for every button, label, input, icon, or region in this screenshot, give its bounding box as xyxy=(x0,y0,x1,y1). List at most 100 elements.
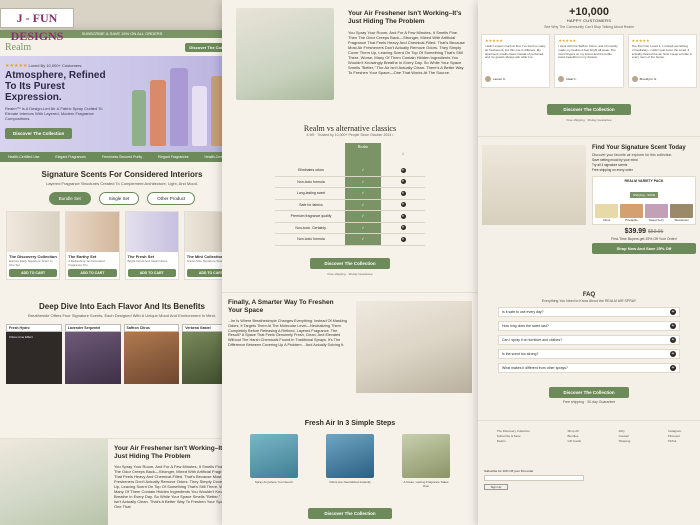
comparison-subtitle: 4.9/5 · Trusted by 10,000+ People Since … xyxy=(306,133,394,137)
scent-swatch[interactable] xyxy=(620,204,643,218)
landing-page-bottom: +10,000 HAPPY CUSTOMERS See Why The Comm… xyxy=(478,0,700,525)
star-rating-icon: ★★★★★ xyxy=(558,38,577,43)
offer-point: Try all 4 signature scents xyxy=(592,163,628,167)
comparison-row: Non-toxic formula ✓ ✕ xyxy=(275,234,425,246)
star-rating-icon: ★★★★★ xyxy=(5,63,28,69)
faq-item[interactable]: How long does the scent last? + xyxy=(498,321,680,331)
review-body: The first time I used it, I noticed some… xyxy=(631,45,693,60)
offer-title: Find Your Signature Scent Today xyxy=(592,145,686,151)
row-label: Long-lasting scent xyxy=(296,191,326,196)
plus-icon[interactable]: + xyxy=(670,365,676,371)
cross-icon: ✕ xyxy=(400,225,406,231)
faq-item[interactable]: Is it safe to use every day? + xyxy=(498,307,680,317)
product-desc: Bright Citrus And Clean Notes xyxy=(127,259,168,263)
hero-cta-button[interactable]: Discover The Collection xyxy=(5,128,73,139)
plus-icon[interactable]: + xyxy=(670,323,676,329)
swatch-label: Pineapple xyxy=(625,218,638,222)
problem-body: You Spray Your Room, And For A Few Minut… xyxy=(348,30,465,75)
solution-title: Finally, A Smarter Way To Freshen Your S… xyxy=(228,299,334,314)
faq-item[interactable]: Is the scent too strong? + xyxy=(498,349,680,359)
rating-text: Loved By 10,000+ Customers xyxy=(28,63,82,68)
product-name: The Fresh Set xyxy=(127,254,154,259)
scent-swatch[interactable] xyxy=(670,204,693,218)
flavor-card[interactable]: Lavender Serpentel xyxy=(64,324,121,384)
flavor-name: Lavender Serpentel xyxy=(64,324,121,332)
footer-column: The Discovery Collection Subscribe & Sav… xyxy=(497,429,530,444)
add-to-cart-button[interactable]: ADD TO CART xyxy=(127,269,176,277)
plus-icon[interactable]: + xyxy=(670,309,676,315)
plus-icon[interactable]: + xyxy=(670,351,676,357)
plus-icon[interactable]: + xyxy=(670,337,676,343)
footer-column: Shop All Bundles Gift Cards xyxy=(568,429,582,444)
old-price: $59.96 xyxy=(648,229,664,235)
scent-swatch[interactable] xyxy=(645,204,668,218)
swatch-label: Citrus xyxy=(602,218,611,222)
discover-collection-button[interactable]: Discover The Collection xyxy=(549,387,629,398)
logo: J - FUN DESIGNS xyxy=(0,8,74,43)
problem-title: Your Air Freshener Isn't Working–It's Ju… xyxy=(114,445,228,460)
scents-subtitle: Layered Fragrance Structures Created To … xyxy=(45,181,198,186)
row-label: Eliminates odors xyxy=(298,168,324,173)
review-body: I went with the Saffron Citrus, and it h… xyxy=(558,45,618,60)
faq-question: What makes it different from other spray… xyxy=(502,366,568,370)
flavor-image xyxy=(64,332,121,384)
product-lineup-image xyxy=(482,145,586,225)
discover-collection-button[interactable]: Discover The Collection xyxy=(547,104,631,115)
comparison-row: Premium fragrance quality ✓ ✕ xyxy=(275,211,425,223)
faq-section: FAQ Everything You Need to Know About th… xyxy=(478,292,700,404)
hero-section: ★★★★★ Loved By 10,000+ Customers Atmosph… xyxy=(0,56,244,152)
shipping-note: Free shipping · 30-day Guarantee xyxy=(562,400,616,404)
price: $39.99 $59.96 xyxy=(592,228,696,235)
benefit-item: Health-Certified Use xyxy=(7,155,40,159)
comparison-row: Safe for fabrics ✓ ✕ xyxy=(275,199,425,211)
solution-section: Finally, A Smarter Way To Freshen Your S… xyxy=(222,292,478,404)
living-room-image xyxy=(356,301,472,393)
footer-link[interactable]: Shipping xyxy=(619,439,631,444)
check-icon: ✓ xyxy=(345,176,381,187)
tab-bundle-set[interactable]: Bundle Set xyxy=(48,192,91,205)
step-image xyxy=(402,434,450,478)
kit-title: REALM VARIETY PACK xyxy=(624,179,664,183)
faq-item[interactable]: Can I spray it on furniture and clothes?… xyxy=(498,335,680,345)
landing-page-middle: Your Air Freshener Isn't Working–It's Ju… xyxy=(222,0,478,525)
step-card: Spray Anywhere You Need It xyxy=(250,434,298,488)
product-desc: Explore Each Signature Scent In One Set xyxy=(9,259,53,267)
newsletter-submit-button[interactable]: Sign Up xyxy=(484,484,508,490)
flavor-card[interactable]: Fresh Hydro Citrus Lime Effect xyxy=(6,324,62,384)
scent-swatch[interactable] xyxy=(595,204,618,218)
product-card[interactable]: The Fresh Set Bright Citrus And Clean No… xyxy=(124,211,179,280)
cross-icon: ✕ xyxy=(400,167,406,173)
variety-pack-card[interactable]: REALM VARIETY PACK Shipping · SAVE Citru… xyxy=(592,176,696,225)
discover-collection-button[interactable]: Discover The Collection xyxy=(308,508,392,519)
footer-link[interactable]: Gift Cards xyxy=(568,439,582,444)
add-to-cart-button[interactable]: ADD TO CART xyxy=(68,269,117,277)
spray-bottle-image xyxy=(192,86,207,146)
product-card[interactable]: The Earthy Set A Refreshing Yet Grounded… xyxy=(65,211,120,280)
step-image xyxy=(326,434,374,478)
comparison-table: Realm ⟟ Eliminates odors ✓ ✕ Non-toxic for… xyxy=(275,143,425,246)
benefits-bar: Health-Certified Use Elegant Fragrances … xyxy=(0,152,244,162)
flavor-card[interactable]: Saffron Citrus xyxy=(123,324,180,384)
comparison-row: Long-lasting scent ✓ ✕ xyxy=(275,188,425,200)
comparison-row: Non-toxic formula ✓ ✕ xyxy=(275,176,425,188)
tab-other-product[interactable]: Other Product xyxy=(147,192,196,205)
footer-link[interactable]: Realm xyxy=(497,439,530,444)
faq-question: Is the scent too strong? xyxy=(502,352,539,356)
tab-single-set[interactable]: Single Set xyxy=(98,192,140,205)
discover-collection-button[interactable]: Discover The Collection xyxy=(310,257,390,269)
row-label: Premium fragrance quality xyxy=(290,214,332,219)
comparison-section: Realm vs alternative classics 4.9/5 · Tr… xyxy=(222,124,478,276)
footer-link[interactable]: TikTok xyxy=(668,439,681,444)
product-card[interactable]: The Discovery Collection Explore Each Si… xyxy=(6,211,61,280)
email-field[interactable] xyxy=(484,475,584,481)
comparison-row: Non-toxic. Certainly. ✓ ✕ xyxy=(275,222,425,234)
hero-title: Atmosphere, Refined To Its Purest Expres… xyxy=(5,70,106,103)
row-label: Safe for fabrics xyxy=(299,202,323,207)
faq-item[interactable]: What makes it different from other spray… xyxy=(498,363,680,373)
shop-now-button[interactable]: Shop Now And Save 25% Off xyxy=(592,243,696,254)
reviewer-name: Brooklynn G. xyxy=(639,77,657,81)
add-to-cart-button[interactable]: ADD TO CART xyxy=(9,269,58,277)
review-card: ★★★★★ I went with the Saffron Citrus, an… xyxy=(554,34,624,88)
reviewer-name: Ideal C. xyxy=(566,77,577,81)
product-desc: A Refreshing Yet Grounded Fragrance Trio xyxy=(68,259,105,267)
